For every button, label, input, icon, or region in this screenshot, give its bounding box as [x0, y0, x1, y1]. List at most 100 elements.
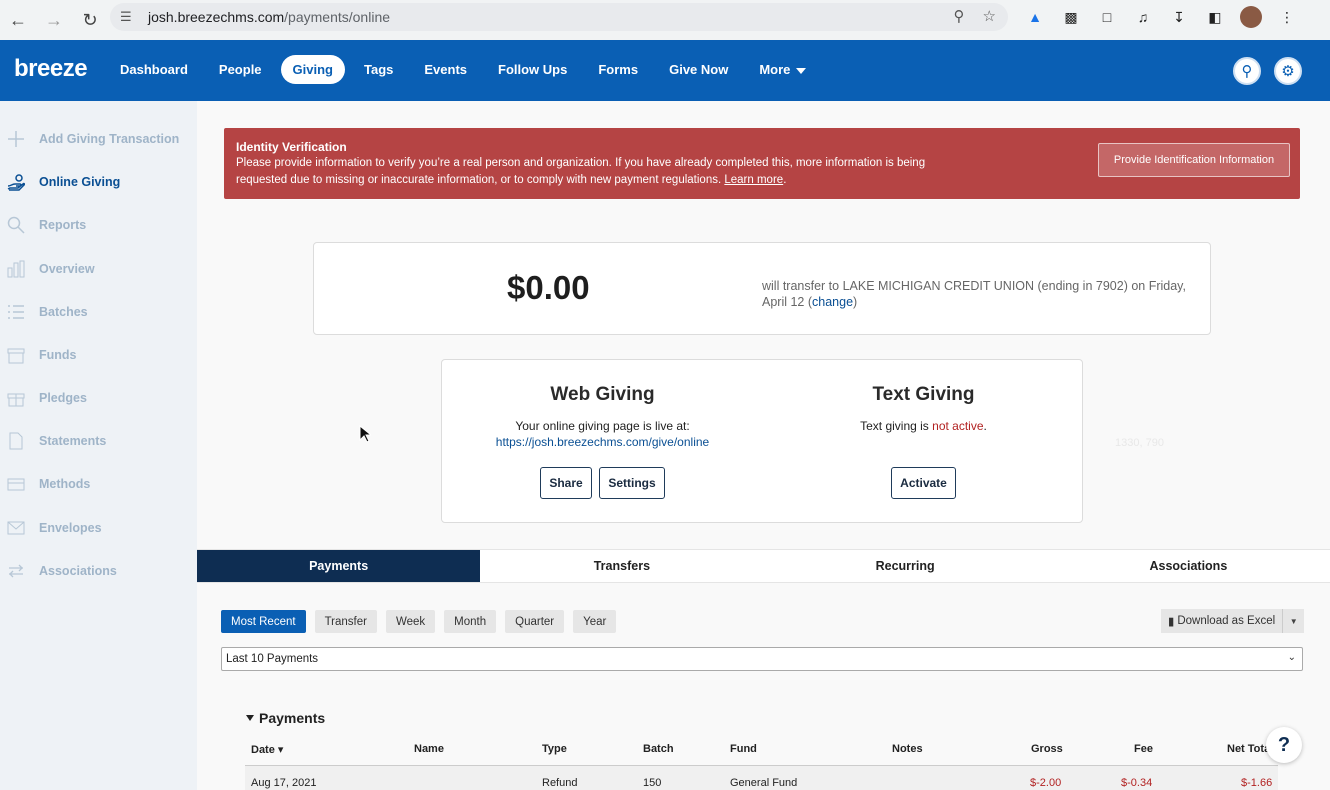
back-icon[interactable]: ←	[0, 4, 36, 36]
col-fee[interactable]: Fee	[1134, 743, 1153, 755]
filter-year[interactable]: Year	[573, 610, 617, 633]
download-icon[interactable]: ↧	[1168, 6, 1190, 28]
filter-week[interactable]: Week	[385, 610, 436, 633]
sidebar-item-pledges[interactable]: Pledges	[0, 384, 197, 412]
nav-people[interactable]: People	[207, 55, 274, 84]
giving-sidebar: Add Giving Transaction Online Giving Rep…	[0, 101, 197, 790]
learn-more-link[interactable]: Learn more	[724, 174, 783, 186]
sidebar-item-label: Add Giving Transaction	[39, 132, 180, 146]
share-button[interactable]: Share	[540, 467, 592, 499]
payments-range-select[interactable]: Last 10 Payments ⌄	[221, 647, 1303, 671]
col-gross[interactable]: Gross	[1031, 743, 1063, 755]
col-notes[interactable]: Notes	[892, 743, 923, 755]
nav-tags[interactable]: Tags	[352, 55, 405, 84]
transfer-description: will transfer to LAKE MICHIGAN CREDIT UN…	[762, 279, 1186, 309]
cell-fund: General Fund	[730, 777, 798, 789]
browser-toolbar: ← → ↻ ☰ josh.breezechms.com/payments/onl…	[0, 0, 1330, 40]
puzzle-icon[interactable]: □	[1096, 6, 1118, 28]
col-batch[interactable]: Batch	[643, 743, 674, 755]
col-name[interactable]: Name	[414, 743, 444, 755]
sidebar-item-funds[interactable]: Funds	[0, 341, 197, 369]
activate-button[interactable]: Activate	[891, 467, 956, 499]
text-giving-panel: Text Giving Text giving is not active. A…	[763, 360, 1084, 524]
bookmark-star-icon[interactable]: ☆	[983, 7, 996, 25]
help-button[interactable]: ?	[1266, 727, 1302, 763]
col-type[interactable]: Type	[542, 743, 567, 755]
gift-icon	[7, 389, 25, 407]
tab-payments[interactable]: Payments	[197, 550, 481, 582]
url-text: josh.breezechms.com/payments/online	[148, 9, 391, 25]
sidebar-item-envelopes[interactable]: Envelopes	[0, 514, 197, 542]
sidebar-item-label: Methods	[39, 477, 91, 491]
nav-giving[interactable]: Giving	[280, 55, 345, 84]
extension-icon[interactable]: ▩	[1060, 6, 1082, 28]
document-icon	[7, 432, 25, 450]
giving-channels-card: Web Giving Your online giving page is li…	[441, 359, 1083, 523]
col-date[interactable]: Date ▾	[251, 743, 283, 756]
nav-follow-ups[interactable]: Follow Ups	[486, 55, 579, 84]
excel-file-icon: ▮	[1168, 616, 1175, 628]
payments-table-header: Date ▾ Name Type Batch Fund Notes Gross …	[245, 741, 1278, 766]
provide-identification-button[interactable]: Provide Identification Information	[1098, 143, 1290, 177]
gear-icon[interactable]: ⚙	[1274, 57, 1302, 85]
sidebar-item-online-giving[interactable]: Online Giving	[0, 168, 197, 196]
sidebar-item-batches[interactable]: Batches	[0, 298, 197, 326]
nav-more-label: More	[759, 62, 791, 77]
coordinate-overlay: 1330, 790	[1115, 437, 1164, 449]
sidebar-item-label: Batches	[39, 305, 88, 319]
zoom-icon[interactable]: ⚲	[954, 7, 965, 25]
search-icon[interactable]: ⚲	[1233, 57, 1261, 85]
sidebar-item-methods[interactable]: Methods	[0, 470, 197, 498]
extension-icon[interactable]: ▲	[1024, 6, 1046, 28]
table-row[interactable]: Aug 17, 2021 Refund 150 General Fund $-2…	[245, 766, 1278, 790]
sidebar-item-label: Online Giving	[39, 175, 121, 189]
site-settings-icon[interactable]: ☰	[120, 9, 136, 25]
sidebar-item-statements[interactable]: Statements	[0, 427, 197, 455]
sidebar-item-add-giving-transaction[interactable]: Add Giving Transaction	[0, 125, 197, 153]
download-dropdown-toggle[interactable]: ▼	[1283, 609, 1305, 633]
chevron-down-icon: ⌄	[1287, 652, 1296, 663]
sidebar-item-label: Envelopes	[39, 521, 102, 535]
balance-card: $0.00 will transfer to LAKE MICHIGAN CRE…	[313, 242, 1211, 335]
cell-fee: $-0.34	[1121, 777, 1153, 789]
select-value: Last 10 Payments	[226, 653, 319, 665]
tab-recurring[interactable]: Recurring	[764, 550, 1047, 582]
side-panel-icon[interactable]: ◧	[1204, 6, 1226, 28]
alert-message-text: Please provide information to verify you…	[236, 157, 926, 186]
sidebar-item-label: Associations	[39, 564, 117, 578]
sidebar-item-reports[interactable]: Reports	[0, 211, 197, 239]
filter-transfer[interactable]: Transfer	[314, 610, 377, 633]
menu-icon[interactable]: ⋮	[1276, 6, 1298, 28]
col-net-total[interactable]: Net Tota	[1227, 743, 1270, 755]
filter-most-recent[interactable]: Most Recent	[221, 610, 306, 633]
sidebar-item-overview[interactable]: Overview	[0, 255, 197, 283]
sidebar-item-label: Overview	[39, 262, 95, 276]
breeze-logo[interactable]: breeze	[14, 55, 88, 83]
media-icon[interactable]: ♫	[1132, 6, 1154, 28]
forward-icon[interactable]: →	[36, 4, 72, 36]
app-header: breeze Dashboard People Giving Tags Even…	[0, 40, 1330, 101]
change-link[interactable]: change	[812, 295, 853, 309]
download-excel-button[interactable]: ▮ Download as Excel	[1161, 609, 1284, 633]
sidebar-item-associations[interactable]: Associations	[0, 557, 197, 585]
profile-avatar[interactable]: ●	[1240, 6, 1262, 28]
col-fund[interactable]: Fund	[730, 743, 757, 755]
payments-section-toggle[interactable]: Payments	[246, 710, 325, 726]
tab-associations[interactable]: Associations	[1047, 550, 1330, 582]
nav-forms[interactable]: Forms	[586, 55, 650, 84]
tab-transfers[interactable]: Transfers	[480, 550, 763, 582]
filter-quarter[interactable]: Quarter	[505, 610, 565, 633]
col-date-label: Date	[251, 744, 275, 756]
address-bar[interactable]: ☰ josh.breezechms.com/payments/online ⚲ …	[110, 3, 1008, 31]
nav-give-now[interactable]: Give Now	[657, 55, 740, 84]
nav-events[interactable]: Events	[412, 55, 479, 84]
nav-dashboard[interactable]: Dashboard	[108, 55, 200, 84]
web-giving-link[interactable]: https://josh.breezechms.com/give/online	[496, 435, 709, 449]
settings-button[interactable]: Settings	[599, 467, 665, 499]
filter-month[interactable]: Month	[444, 610, 497, 633]
download-excel-group: ▮ Download as Excel ▼	[1161, 609, 1305, 633]
reload-icon[interactable]: ↻	[72, 4, 108, 36]
nav-more[interactable]: More	[747, 55, 818, 84]
cell-net: $-1.66	[1241, 777, 1273, 789]
sidebar-item-label: Reports	[39, 218, 87, 232]
